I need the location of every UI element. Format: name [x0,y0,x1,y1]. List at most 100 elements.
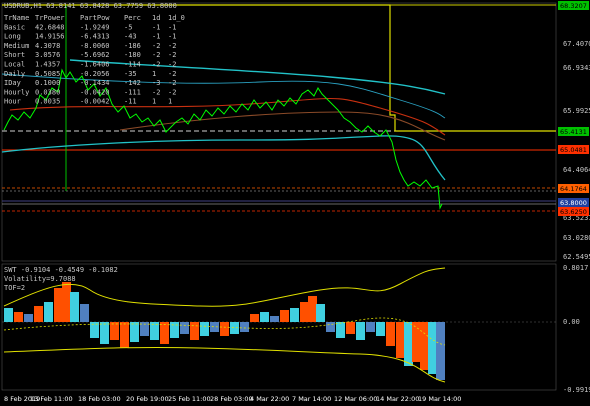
info-table-cell: 1 [152,98,156,106]
info-table-cell: -2 [152,42,160,50]
histogram-bar [80,304,89,322]
histogram-bar [4,308,13,322]
histogram-bar [34,306,43,322]
histogram-bar [100,322,109,344]
histogram-bar [44,302,53,322]
histogram-bar [376,322,385,336]
time-axis-label: 14 Mar 22:00 [376,395,419,403]
info-table-cell: -2 [152,88,160,96]
histogram-bar [326,322,335,332]
info-table-cell: -2 [152,51,160,59]
swt-label: SWT -0.9104 -0.4549 -0.1082 [4,266,118,274]
info-table-cell: Local [4,61,25,69]
indicator-axis-label: 0.00 [563,318,580,326]
info-table-cell: 0.0035 [35,98,60,106]
histogram-bar [300,302,309,322]
price-axis[interactable]: 67.4070 66.9343 65.9925 64.4064 63.5231 … [558,1,590,261]
info-table-cell: -11 [124,98,137,106]
price-tag-current-text: 63.8000 [560,199,587,207]
indicator-axis-label: 0.8017 [563,264,588,272]
info-table-cell: -1 [152,23,160,31]
histogram-bar [356,322,365,340]
info-table-cell: -2 [168,51,176,59]
info-table-cell: Daily [4,70,25,78]
info-table-header: 1d_0 [168,14,185,22]
histogram-bar [190,322,199,340]
price-axis-label: 67.4070 [563,40,590,48]
info-table-cell: 3.0576 [35,51,60,59]
info-table-header: Perc [124,14,141,22]
price-tag-orange-text: 64.1764 [560,185,587,193]
info-table-cell: IDay [4,79,21,87]
histogram-bar [110,322,119,340]
info-table-cell: -2 [168,70,176,78]
info-table-cell: -5.6962 [80,51,110,59]
price-axis-label: 62.5495 [563,253,590,261]
histogram-bar [428,322,437,374]
chart-header: USDRUB,H1 63.8141 63.8428 63.7759 63.800… [4,2,177,10]
histogram-bar [436,322,445,380]
info-table-cell: -2 [168,61,176,69]
info-table-header: TrPower [35,14,65,22]
info-table-cell: -8.0060 [80,42,110,50]
info-table-cell: -2 [168,42,176,50]
info-table-cell: -114 [124,61,141,69]
time-axis-label: 18 Feb 03:00 [78,395,121,403]
histogram-bar [150,322,159,340]
info-table-cell: -2 [168,88,176,96]
histogram-bar [308,296,317,322]
info-table-cell: -180 [124,51,141,59]
indicator-axis-label: -0.9919 [563,386,590,394]
info-table-cell: -35 [124,70,137,78]
histogram-bar [280,310,289,322]
time-axis-label: 13 Feb 11:00 [30,395,73,403]
info-table-cell: 1 [152,70,156,78]
info-table-cell: -1 [168,23,176,31]
indicator-panel[interactable] [1,263,557,391]
histogram-bar [62,282,71,322]
histogram-bar [24,314,33,322]
info-table-cell: 0.1000 [35,79,60,87]
info-table-cell: Medium [4,42,29,50]
info-table-cell: -5 [124,23,132,31]
histogram-bar [120,322,129,348]
info-table-cell: 0.0380 [35,88,60,96]
histogram-bar [412,322,421,362]
time-axis-label: 25 Feb 11:00 [168,395,211,403]
price-tag-red-text: 65.0481 [560,146,587,154]
info-table-cell: -111 [124,88,141,96]
info-table-cell: -1 [152,33,160,41]
price-axis-label: 66.9343 [563,64,590,72]
histogram-bar [170,322,179,338]
histogram-bar [200,322,209,336]
time-axis-label: 7 Mar 14:00 [292,395,331,403]
info-table-cell: -0.0042 [80,98,110,106]
info-table-cell: -142 [124,79,141,87]
info-table-cell: -1 [168,33,176,41]
histogram-bar [180,322,189,334]
info-table-cell: -43 [124,33,137,41]
info-table-cell: -1.6406 [80,61,110,69]
histogram-bar [130,322,139,342]
time-axis[interactable]: 8 Feb 201913 Feb 11:00 18 Feb 03:00 20 Feb… [4,395,461,403]
info-table-cell: 14.9156 [35,33,65,41]
histogram-bar [336,322,345,338]
price-axis-label: 64.4064 [563,166,590,174]
time-axis-label: 19 Mar 14:00 [418,395,461,403]
info-table-cell: 0.5085 [35,70,60,78]
histogram-bar [250,314,259,322]
trading-chart[interactable]: 67.4070 66.9343 65.9925 64.4064 63.5231 … [0,0,590,406]
histogram-bar [386,322,395,346]
histogram-bar [396,322,405,358]
info-table-cell: -1.9249 [80,23,110,31]
histogram-bar [270,316,279,322]
time-axis-label: 20 Feb 19:00 [126,395,169,403]
symbol-header: USDRUB,H1 63.8141 63.8428 63.7759 63.800… [4,2,177,10]
histogram-bar [290,308,299,322]
histogram-bar [366,322,375,332]
tof-label: TOF=2 [4,284,25,292]
info-table-cell: -0.1434 [80,79,110,87]
info-table-cell: -0.0420 [80,88,110,96]
histogram-bar [160,322,169,344]
info-table-cell: Basic [4,23,25,31]
